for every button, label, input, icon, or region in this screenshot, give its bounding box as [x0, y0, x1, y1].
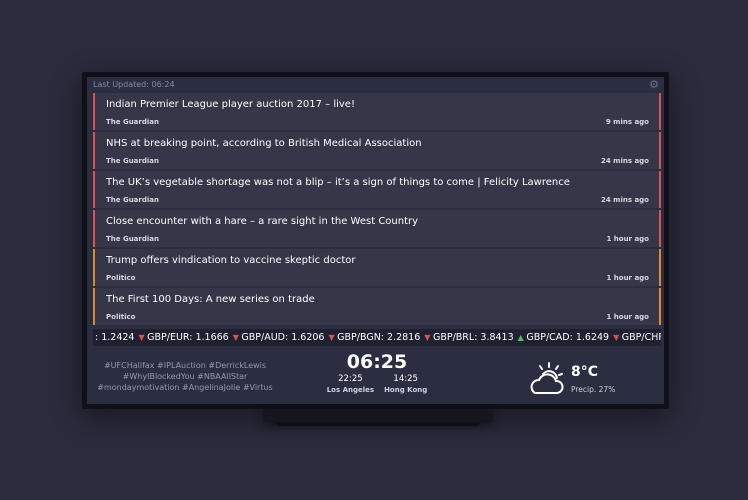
news-headline: Indian Premier League player auction 201…	[106, 99, 355, 110]
ticker-item: GBP/CHF: 1.24	[621, 332, 661, 343]
precipitation: Precip. 27%	[571, 385, 616, 394]
news-source: Politico	[106, 274, 136, 282]
ticker-item: : 1.2424	[95, 332, 135, 343]
hashtag-line: #UFCHalifax #IPLAuction #DerrickLewis	[103, 361, 267, 370]
arrow-down-icon: ▼	[424, 333, 433, 342]
timezone-city: Los Angeles	[326, 386, 375, 394]
tv-frame: Last Updated: 06:24 ⚙ Indian Premier Lea…	[82, 72, 669, 409]
news-source: The Guardian	[106, 235, 159, 243]
news-item[interactable]: Indian Premier League player auction 201…	[93, 93, 661, 130]
currency-ticker: : 1.2424 ▼ GBP/EUR: 1.1666 ▼ GBP/AUD: 1.62…	[93, 329, 661, 346]
news-headline: Trump offers vindication to vaccine skep…	[106, 255, 356, 266]
temperature: 8°C	[571, 364, 599, 380]
news-headline: NHS at breaking point, according to Brit…	[106, 138, 422, 149]
news-list: Indian Premier League player auction 201…	[93, 93, 661, 327]
tv-stand	[263, 409, 493, 423]
news-age: 9 mins ago	[605, 118, 649, 126]
arrow-down-icon: ▼	[138, 333, 148, 342]
news-headline: The UK’s vegetable shortage was not a bl…	[106, 177, 570, 188]
world-clock: 06:25 22:25 Los Angeles 14:25 Hong Kong	[322, 351, 432, 395]
news-source: The Guardian	[106, 118, 159, 126]
ticker-item: GBP/BRL: 3.8413	[432, 332, 514, 343]
arrow-down-icon: ▼	[328, 333, 338, 342]
news-source: The Guardian	[106, 157, 159, 165]
trending-hashtags: #UFCHalifax #IPLAuction #DerrickLewis #W…	[95, 360, 275, 393]
news-age: 1 hour ago	[606, 274, 649, 282]
ticker-item: GBP/CAD: 1.6249	[526, 332, 610, 343]
news-source: Politico	[106, 313, 136, 321]
news-headline: Close encounter with a hare – a rare sig…	[106, 216, 419, 227]
hashtag-line: #mondaymotivation #AngelinaJolie #Virtus	[97, 383, 273, 392]
news-item[interactable]: Close encounter with a hare – a rare sig…	[93, 210, 661, 247]
news-source: The Guardian	[106, 196, 159, 204]
news-age: 1 hour ago	[606, 235, 649, 243]
timezone: 22:25 Los Angeles	[327, 374, 374, 395]
news-item[interactable]: The First 100 Days: A new series on trad…	[93, 288, 661, 325]
ticker-item: GBP/BGN: 2.2816	[337, 332, 421, 343]
hashtag-line: #WhyIBlockedYou #NBAAllStar	[122, 372, 248, 381]
status-bar: Last Updated: 06:24 ⚙	[87, 77, 664, 93]
timezone-time: 22:25	[338, 374, 363, 384]
ticker-item: GBP/AUD: 1.6206	[241, 332, 325, 343]
last-updated: Last Updated: 06:24	[93, 80, 175, 89]
news-headline: The First 100 Days: A new series on trad…	[106, 294, 315, 305]
tv-stand-base	[276, 422, 480, 426]
news-age: 24 mins ago	[600, 157, 649, 165]
weather-widget: 8°C Precip. 27%	[527, 361, 647, 401]
news-age: 1 hour ago	[606, 313, 649, 321]
dashboard-screen: Last Updated: 06:24 ⚙ Indian Premier Lea…	[87, 77, 664, 404]
news-age: 24 mins ago	[600, 196, 649, 204]
news-item[interactable]: NHS at breaking point, according to Brit…	[93, 132, 661, 169]
partly-cloudy-icon	[530, 362, 564, 394]
gear-icon[interactable]: ⚙	[648, 79, 660, 91]
news-item[interactable]: Trump offers vindication to vaccine skep…	[93, 249, 661, 286]
timezone-city: Hong Kong	[384, 386, 428, 394]
local-time: 06:25	[346, 351, 408, 373]
timezone-time: 14:25	[393, 374, 418, 384]
arrow-down-icon: ▼	[613, 333, 622, 342]
news-item[interactable]: The UK’s vegetable shortage was not a bl…	[93, 171, 661, 208]
ticker-item: GBP/EUR: 1.1666	[147, 332, 229, 343]
timezone: 14:25 Hong Kong	[384, 374, 427, 395]
